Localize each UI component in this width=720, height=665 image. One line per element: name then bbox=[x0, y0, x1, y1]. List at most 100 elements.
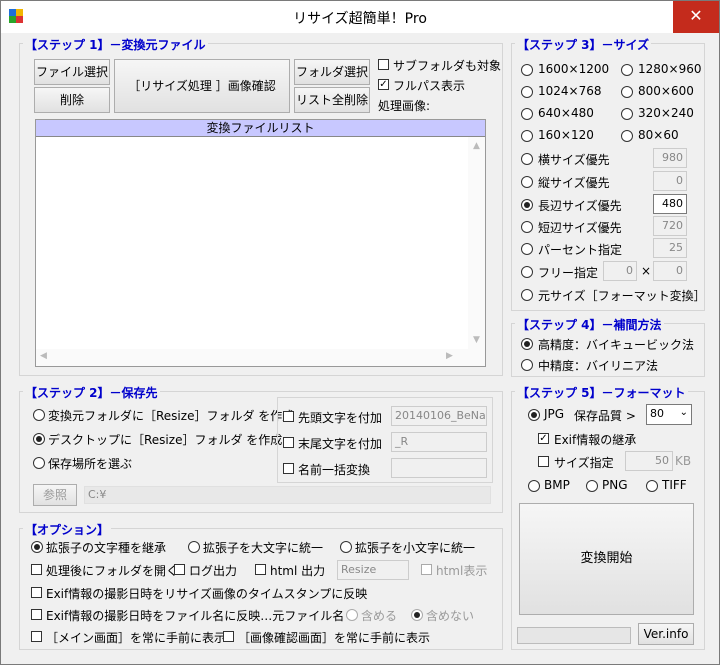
exif-timestamp-label: Exif情報の撮影日時をリサイズ画像のタイムスタンプに反映 bbox=[46, 587, 368, 601]
jpg-radio[interactable] bbox=[528, 409, 540, 421]
include-radio[interactable] bbox=[346, 609, 358, 621]
step1-label: 【ステップ 1】－変換元ファイル bbox=[23, 36, 208, 53]
progress-bar bbox=[517, 627, 631, 644]
long-side-radio[interactable] bbox=[521, 199, 533, 211]
open-folder-checkbox[interactable] bbox=[31, 564, 42, 575]
free-width-input[interactable]: 0 bbox=[603, 261, 637, 281]
file-select-button[interactable]: ファイル選択 bbox=[34, 59, 110, 85]
file-list[interactable]: 変換ファイルリスト ▲ ▼ ◀ ▶ bbox=[35, 119, 486, 367]
confirm-top-checkbox[interactable] bbox=[223, 631, 234, 642]
convert-start-button[interactable]: 変換開始 bbox=[519, 503, 694, 615]
list-clear-button[interactable]: リスト全削除 bbox=[294, 87, 370, 113]
size-640-radio[interactable] bbox=[521, 108, 533, 120]
html-show-label: html表示 bbox=[436, 564, 488, 578]
save-desktop-radio[interactable] bbox=[33, 433, 45, 445]
percent-input[interactable]: 25 bbox=[653, 238, 687, 258]
exif-timestamp-checkbox[interactable] bbox=[31, 587, 42, 598]
size-320-radio[interactable] bbox=[621, 108, 633, 120]
ext-upper-radio[interactable] bbox=[188, 541, 200, 553]
scroll-right-icon[interactable]: ▶ bbox=[446, 351, 453, 361]
free-radio[interactable] bbox=[521, 266, 533, 278]
title-bar: リサイズ超簡単！Pro ✕ bbox=[1, 1, 719, 33]
save-source-radio[interactable] bbox=[33, 409, 45, 421]
long-side-input[interactable]: 480 bbox=[653, 194, 687, 214]
width-input[interactable]: 980 bbox=[653, 148, 687, 168]
exif-keep-checkbox[interactable]: ✓ bbox=[538, 433, 549, 444]
fullpath-checkbox[interactable]: ✓ bbox=[378, 79, 389, 90]
file-list-header: 変換ファイルリスト bbox=[36, 120, 485, 137]
bilinear-radio[interactable] bbox=[521, 359, 533, 371]
size-1600-label: 1600×1200 bbox=[538, 62, 610, 76]
suffix-checkbox[interactable] bbox=[283, 437, 294, 448]
original-size-radio[interactable] bbox=[521, 289, 533, 301]
suffix-input[interactable]: _R bbox=[391, 432, 487, 452]
ext-keep-radio[interactable] bbox=[31, 541, 43, 553]
scroll-up-icon[interactable]: ▲ bbox=[468, 141, 485, 151]
include-label: 含める bbox=[361, 609, 398, 623]
ext-keep-label: 拡張子の文字種を継承 bbox=[46, 541, 167, 555]
chevron-down-icon: ⌄ bbox=[679, 407, 688, 418]
size-800-label: 800×600 bbox=[638, 84, 694, 98]
short-side-input[interactable]: 720 bbox=[653, 216, 687, 236]
exif-filename-label: Exif情報の撮影日時をファイル名に反映…元ファイル名 ： bbox=[46, 609, 361, 623]
main-top-checkbox[interactable] bbox=[31, 631, 42, 642]
subfolder-checkbox[interactable] bbox=[378, 59, 389, 70]
size-160-radio[interactable] bbox=[521, 130, 533, 142]
size-1280-radio[interactable] bbox=[621, 64, 633, 76]
folder-select-button[interactable]: フォルダ選択 bbox=[294, 59, 370, 85]
size-1024-radio[interactable] bbox=[521, 86, 533, 98]
quality-select[interactable]: 80 ⌄ bbox=[646, 404, 692, 425]
size-80-radio[interactable] bbox=[621, 130, 633, 142]
rename-input[interactable] bbox=[391, 458, 487, 478]
tiff-label: TIFF bbox=[662, 478, 687, 492]
png-radio[interactable] bbox=[586, 480, 598, 492]
exif-filename-checkbox[interactable] bbox=[31, 609, 42, 620]
prefix-checkbox[interactable] bbox=[283, 411, 294, 422]
app-window: リサイズ超簡単！Pro ✕ 【ステップ 1】－変換元ファイル ファイル選択 削除… bbox=[0, 0, 720, 665]
prefix-input[interactable]: 20140106_BeNati bbox=[391, 406, 487, 426]
log-checkbox[interactable] bbox=[174, 564, 185, 575]
save-path-field[interactable]: C:¥ bbox=[84, 486, 491, 504]
exclude-radio[interactable] bbox=[411, 609, 423, 621]
ext-lower-radio[interactable] bbox=[340, 541, 352, 553]
step3-label: 【ステップ 3】－サイズ bbox=[515, 36, 652, 53]
scroll-down-icon[interactable]: ▼ bbox=[468, 335, 485, 345]
browse-button[interactable]: 参照 bbox=[33, 484, 77, 506]
size-spec-checkbox[interactable] bbox=[538, 456, 549, 467]
html-checkbox[interactable] bbox=[255, 564, 266, 575]
rename-label: 名前一括変換 bbox=[298, 463, 371, 477]
height-priority-radio[interactable] bbox=[521, 176, 533, 188]
ver-info-button[interactable]: Ver.info bbox=[638, 623, 694, 645]
free-height-input[interactable]: 0 bbox=[653, 261, 687, 281]
open-folder-label: 処理後にフォルダを開く bbox=[46, 564, 179, 578]
bicubic-radio[interactable] bbox=[521, 338, 533, 350]
size-spec-input[interactable]: 50 bbox=[625, 451, 673, 471]
bmp-radio[interactable] bbox=[528, 480, 540, 492]
options-label: 【オプション】 bbox=[23, 521, 112, 538]
short-side-radio[interactable] bbox=[521, 221, 533, 233]
list-vscrollbar[interactable]: ▲ ▼ bbox=[468, 137, 485, 349]
original-size-label: 元サイズ［フォーマット変換］ bbox=[538, 289, 706, 303]
free-x-label: × bbox=[641, 264, 652, 278]
quality-label: 保存品質 > bbox=[574, 409, 636, 423]
html-show-checkbox[interactable] bbox=[421, 564, 432, 575]
save-choose-radio[interactable] bbox=[33, 457, 45, 469]
quality-value: 80 bbox=[650, 407, 664, 420]
size-800-radio[interactable] bbox=[621, 86, 633, 98]
list-hscrollbar[interactable]: ◀ ▶ bbox=[36, 349, 485, 366]
width-priority-label: 横サイズ優先 bbox=[538, 153, 610, 167]
html-name-input[interactable]: Resize bbox=[337, 560, 409, 580]
scroll-left-icon[interactable]: ◀ bbox=[40, 351, 47, 361]
resize-confirm-button[interactable]: ［リサイズ処理 ］画像確認 bbox=[114, 59, 290, 113]
delete-button[interactable]: 削除 bbox=[34, 87, 110, 113]
size-1600-radio[interactable] bbox=[521, 64, 533, 76]
tiff-radio[interactable] bbox=[646, 480, 658, 492]
close-button[interactable]: ✕ bbox=[673, 1, 719, 33]
processing-label: 処理画像: bbox=[378, 99, 431, 113]
height-priority-label: 縦サイズ優先 bbox=[538, 176, 610, 190]
width-priority-radio[interactable] bbox=[521, 153, 533, 165]
size-320-label: 320×240 bbox=[638, 106, 694, 120]
height-input[interactable]: 0 bbox=[653, 171, 687, 191]
percent-radio[interactable] bbox=[521, 243, 533, 255]
rename-checkbox[interactable] bbox=[283, 463, 294, 474]
